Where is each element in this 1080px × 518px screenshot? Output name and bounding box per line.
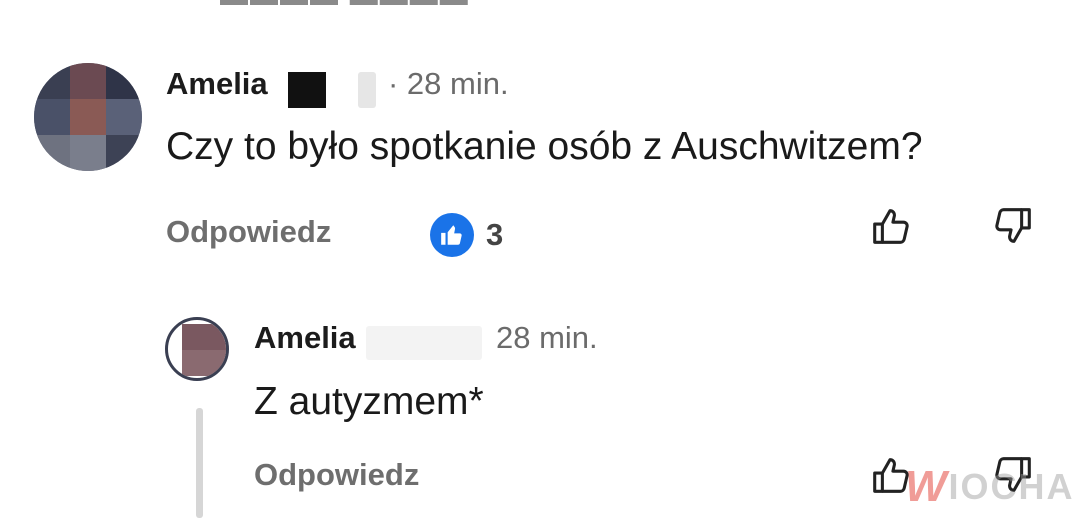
reply-button[interactable]: Odpowiedz xyxy=(254,457,419,493)
thread-line xyxy=(196,408,203,518)
thumb-up-icon[interactable] xyxy=(868,203,914,249)
comment-timestamp: 28 min. xyxy=(496,320,598,355)
redacted-name-blur xyxy=(358,72,376,108)
thumb-down-icon[interactable] xyxy=(990,203,1036,249)
comment-author[interactable]: Amelia xyxy=(254,320,356,356)
reaction-count: 3 xyxy=(486,217,504,252)
reply-button[interactable]: Odpowiedz xyxy=(166,214,331,250)
redacted-name xyxy=(288,72,326,108)
watermark: W IOCHA xyxy=(905,462,1075,512)
avatar[interactable] xyxy=(34,63,142,171)
comment-text: Czy to było spotkanie osób z Auschwitzem… xyxy=(166,125,923,168)
previous-comment-cutoff: ▬▬▬▬ ▬▬▬▬ xyxy=(220,0,500,6)
redacted-name-blur xyxy=(366,326,482,360)
comment-timestamp: · 28 min. xyxy=(388,66,509,101)
comment-text: Z autyzmem* xyxy=(254,380,484,423)
reaction-summary[interactable]: 3 xyxy=(430,213,503,257)
watermark-text: IOCHA xyxy=(948,466,1075,507)
avatar[interactable] xyxy=(165,317,229,381)
like-reaction-icon xyxy=(430,213,474,257)
comment-author[interactable]: Amelia xyxy=(166,66,268,102)
watermark-logo: W xyxy=(905,462,947,511)
